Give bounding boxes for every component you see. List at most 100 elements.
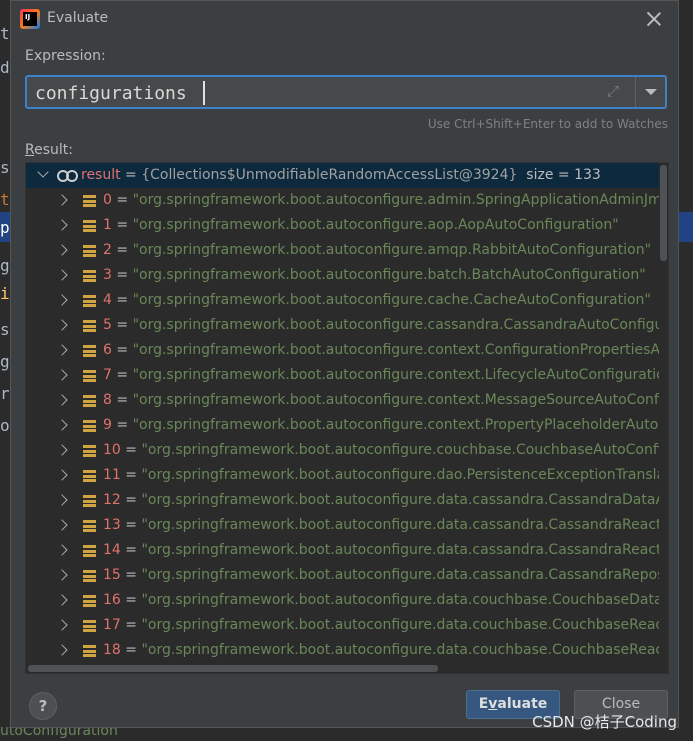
help-button[interactable]: ? [29,692,57,720]
result-object: {Collections$UnmodifiableRandomAccessLis… [141,167,518,183]
bg-fragment: i [0,284,10,303]
tree-row-item[interactable]: 18 = "org.springframework.boot.autoconfi… [26,638,668,663]
dialog-titlebar[interactable]: IJ Evaluate [11,1,678,37]
item-value: "org.springframework.boot.autoconfigure.… [141,542,668,558]
item-value: "org.springframework.boot.autoconfigure.… [132,192,669,208]
close-icon[interactable] [644,9,664,29]
field-list-icon [83,270,96,282]
chevron-right-icon[interactable] [56,369,68,381]
chevron-right-icon[interactable] [56,294,68,306]
field-list-icon [83,520,96,532]
tree-row-item[interactable]: 5 = "org.springframework.boot.autoconfig… [26,313,668,338]
item-index: 5 [103,317,112,333]
history-dropdown-button[interactable] [635,77,665,107]
chevron-right-icon[interactable] [56,544,68,556]
item-index: 3 [103,267,112,283]
text-caret [203,81,205,105]
item-index: 18 [103,642,121,658]
tree-row-item[interactable]: 7 = "org.springframework.boot.autoconfig… [26,363,668,388]
vertical-scrollbar[interactable] [659,163,668,673]
field-list-icon [83,545,96,557]
tree-row-item[interactable]: 11 = "org.springframework.boot.autoconfi… [26,463,668,488]
result-size: size = 133 [526,167,601,183]
tree-row-item[interactable]: 12 = "org.springframework.boot.autoconfi… [26,488,668,513]
chevron-right-icon[interactable] [56,619,68,631]
tree-row-item[interactable]: 14 = "org.springframework.boot.autoconfi… [26,538,668,563]
expression-field[interactable] [25,75,667,109]
item-index: 7 [103,367,112,383]
tree-row-item[interactable]: 3 = "org.springframework.boot.autoconfig… [26,263,668,288]
tree-row-item[interactable]: 9 = "org.springframework.boot.autoconfig… [26,413,668,438]
item-index: 8 [103,392,112,408]
chevron-right-icon[interactable] [56,394,68,406]
tree-row-item[interactable]: 2 = "org.springframework.boot.autoconfig… [26,238,668,263]
result-name: result [81,167,121,183]
vertical-scroll-thumb[interactable] [660,165,667,261]
chevron-down-icon[interactable] [37,166,49,178]
chevron-right-icon[interactable] [56,644,68,656]
field-list-icon [83,220,96,232]
bg-selection [679,212,693,242]
horizontal-scrollbar[interactable] [26,664,668,673]
item-index: 4 [103,292,112,308]
item-value: "org.springframework.boot.autoconfigure.… [132,292,651,308]
item-value: "org.springframework.boot.autoconfigure.… [141,617,669,633]
field-list-icon [83,470,96,482]
tree-row-item[interactable]: 13 = "org.springframework.boot.autoconfi… [26,513,668,538]
field-list-icon [83,370,96,382]
item-value: "org.springframework.boot.autoconfigure.… [132,317,669,333]
chevron-right-icon[interactable] [56,219,68,231]
bg-fragment: g [0,352,10,371]
field-list-icon [83,345,96,357]
chevron-right-icon[interactable] [56,344,68,356]
bg-fragment: s [0,320,10,339]
tree-row-item[interactable]: 16 = "org.springframework.boot.autoconfi… [26,588,668,613]
tree-row-item[interactable]: 17 = "org.springframework.boot.autoconfi… [26,613,668,638]
item-value: "org.springframework.boot.autoconfigure.… [132,267,646,283]
horizontal-scroll-thumb[interactable] [28,665,438,672]
tree-row-item[interactable]: 15 = "org.springframework.boot.autoconfi… [26,563,668,588]
chevron-right-icon[interactable] [56,444,68,456]
bg-fragment: t [0,190,10,209]
item-index: 12 [103,492,121,508]
item-index: 16 [103,592,121,608]
expression-input[interactable] [35,81,595,105]
item-value: "org.springframework.boot.autoconfigure.… [132,417,668,433]
chevron-right-icon[interactable] [56,594,68,606]
expression-label: Expression: [25,48,106,64]
background-editor-left: t d t s p g i s g r o [0,0,10,741]
tree-row-item[interactable]: 4 = "org.springframework.boot.autoconfig… [26,288,668,313]
item-index: 11 [103,467,121,483]
chevron-right-icon[interactable] [56,244,68,256]
chevron-right-icon[interactable] [56,319,68,331]
item-value: "org.springframework.boot.autoconfigure.… [141,442,669,458]
bg-fragment: s [0,158,10,177]
item-value: "org.springframework.boot.autoconfigure.… [141,517,668,533]
tree-row-item[interactable]: 10 = "org.springframework.boot.autoconfi… [26,438,668,463]
chevron-right-icon[interactable] [56,269,68,281]
tree-row-item[interactable]: 8 = "org.springframework.boot.autoconfig… [26,388,668,413]
chevron-right-icon[interactable] [56,494,68,506]
result-tree[interactable]: result = {Collections$UnmodifiableRandom… [25,162,669,674]
chevron-right-icon[interactable] [56,569,68,581]
field-list-icon [83,395,96,407]
bg-fragment: d [0,58,10,77]
tree-row-item[interactable]: 0 = "org.springframework.boot.autoconfig… [26,188,668,213]
item-index: 9 [103,417,112,433]
item-value: "org.springframework.boot.autoconfigure.… [132,367,669,383]
field-list-icon [83,620,96,632]
chevron-right-icon[interactable] [56,419,68,431]
chevron-right-icon[interactable] [56,194,68,206]
expand-icon[interactable] [607,82,623,100]
field-list-icon [83,420,96,432]
field-list-icon [83,245,96,257]
field-list-icon [83,495,96,507]
item-value: "org.springframework.boot.autoconfigure.… [141,592,669,608]
tree-row-result[interactable]: result = {Collections$UnmodifiableRandom… [26,163,668,188]
tree-row-item[interactable]: 6 = "org.springframework.boot.autoconfig… [26,338,668,363]
chevron-right-icon[interactable] [56,519,68,531]
background-editor-right [679,0,693,741]
tree-row-item[interactable]: 1 = "org.springframework.boot.autoconfig… [26,213,668,238]
item-index: 15 [103,567,121,583]
chevron-right-icon[interactable] [56,469,68,481]
